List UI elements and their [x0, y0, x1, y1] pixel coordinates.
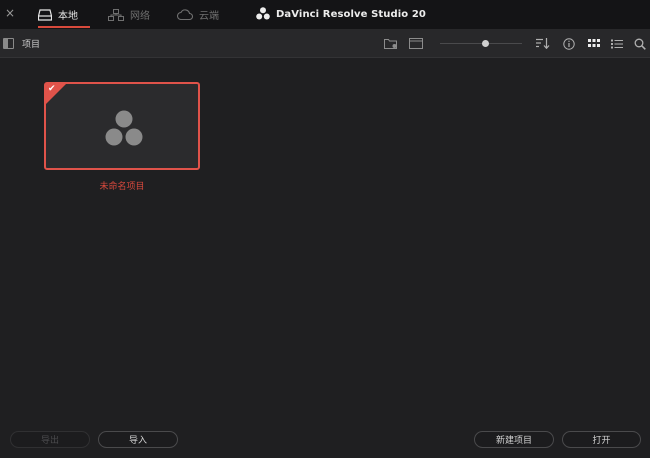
- project-name[interactable]: 未命名项目: [44, 179, 200, 192]
- app-title: DaVinci Resolve Studio 20: [276, 9, 426, 20]
- close-icon[interactable]: ×: [4, 6, 16, 20]
- tab-cloud[interactable]: 云端: [177, 0, 219, 29]
- sort-icon[interactable]: [536, 37, 550, 50]
- search-icon[interactable]: [633, 37, 647, 50]
- title-bar: × 本地 网络 云端 DaVinci Resolve Studio 20: [0, 0, 650, 29]
- tab-network[interactable]: 网络: [108, 0, 150, 29]
- davinci-logo-icon: [256, 6, 270, 23]
- new-project-button[interactable]: 新建项目: [474, 431, 554, 448]
- tab-cloud-label: 云端: [199, 11, 219, 22]
- checkmark-icon: ✔: [48, 84, 56, 94]
- breadcrumb: 项目: [22, 40, 41, 50]
- open-button[interactable]: 打开: [562, 431, 641, 448]
- list-view-icon[interactable]: [610, 37, 624, 50]
- info-icon[interactable]: [562, 37, 576, 50]
- import-button[interactable]: 导入: [98, 431, 178, 448]
- tab-local-label: 本地: [58, 11, 78, 22]
- grid-view-icon[interactable]: [587, 37, 601, 50]
- drive-icon: [38, 8, 52, 21]
- tab-network-label: 网络: [130, 11, 150, 22]
- export-button[interactable]: 导出: [10, 431, 90, 448]
- thumbnail-zoom-handle[interactable]: [481, 40, 489, 47]
- window-icon[interactable]: [409, 37, 423, 50]
- cloud-icon: [177, 9, 193, 20]
- project-toolbar: 项目: [0, 29, 650, 58]
- tab-local[interactable]: 本地: [38, 0, 90, 29]
- davinci-logo-icon: [102, 109, 146, 153]
- active-tab-indicator: [38, 26, 90, 28]
- project-thumbnail[interactable]: ✔: [44, 82, 200, 170]
- app-brand: DaVinci Resolve Studio 20: [256, 0, 426, 29]
- network-icon: [108, 8, 124, 21]
- new-folder-icon[interactable]: [384, 37, 398, 50]
- sidebar-toggle-icon[interactable]: [3, 38, 14, 49]
